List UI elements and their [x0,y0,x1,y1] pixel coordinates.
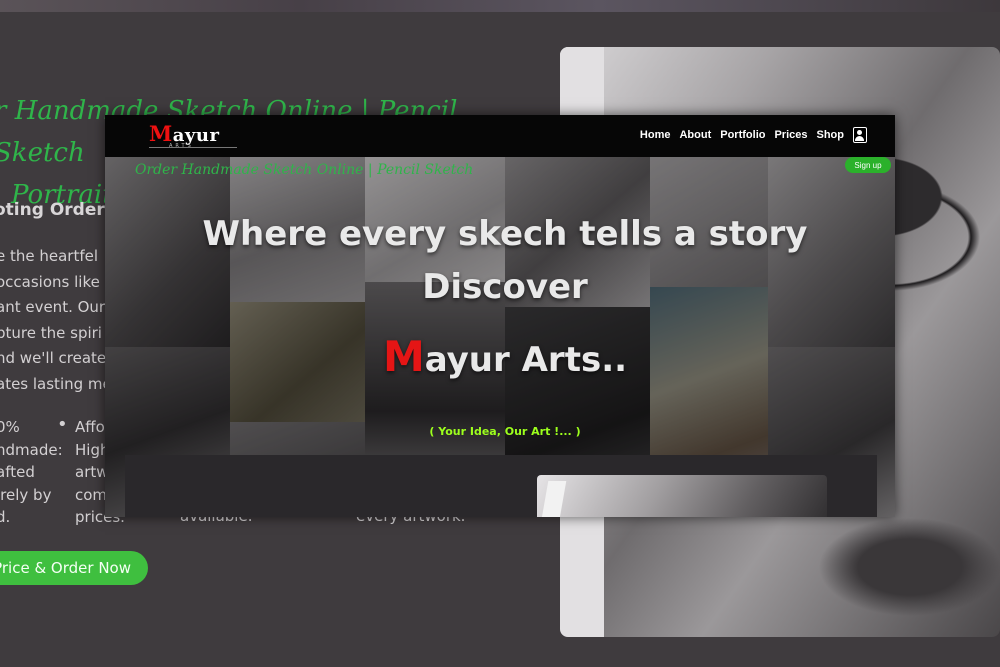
hero-headline: Where every skech tells a story [202,214,808,254]
bullet-icon: • [57,414,68,435]
site-preview: Mayur ARTS Home About Portfolio Prices S… [105,115,895,517]
signup-button[interactable]: Sign up [845,157,891,173]
user-icon[interactable] [853,127,867,143]
nav-prices[interactable]: Prices [774,129,807,141]
nav-home[interactable]: Home [640,129,671,141]
nav-portfolio[interactable]: Portfolio [720,129,765,141]
hero-brand: Mayur Arts.. [105,332,895,381]
logo[interactable]: Mayur ARTS [149,121,237,149]
hero-discover: Discover [422,267,588,307]
hero-tagline: ( Your Idea, Our Art !... ) [429,425,581,438]
hero-brand-rest: ayur Arts.. [424,340,628,380]
logo-underline [149,147,237,148]
hero-brand-initial: M [382,332,425,381]
nav-links: Home About Portfolio Prices Shop [640,127,867,143]
background-feature-column-1: 0% ndmade: afted irely by d. [0,418,63,526]
price-order-button[interactable]: Price & Order Now [0,551,148,585]
lower-section-title: Order Handmade Sketch Online | Pencil Sk… [135,162,474,178]
nav-shop[interactable]: Shop [817,129,845,141]
nav-about[interactable]: About [679,129,711,141]
lower-section-image [537,475,827,517]
navbar: Mayur ARTS Home About Portfolio Prices S… [105,115,895,157]
logo-subtitle: ARTS [169,143,194,149]
background-subheading: oting Order [0,200,105,220]
background-top-strip [0,0,1000,12]
background-paragraph: e the heartfel occasions like ant event.… [0,247,112,393]
